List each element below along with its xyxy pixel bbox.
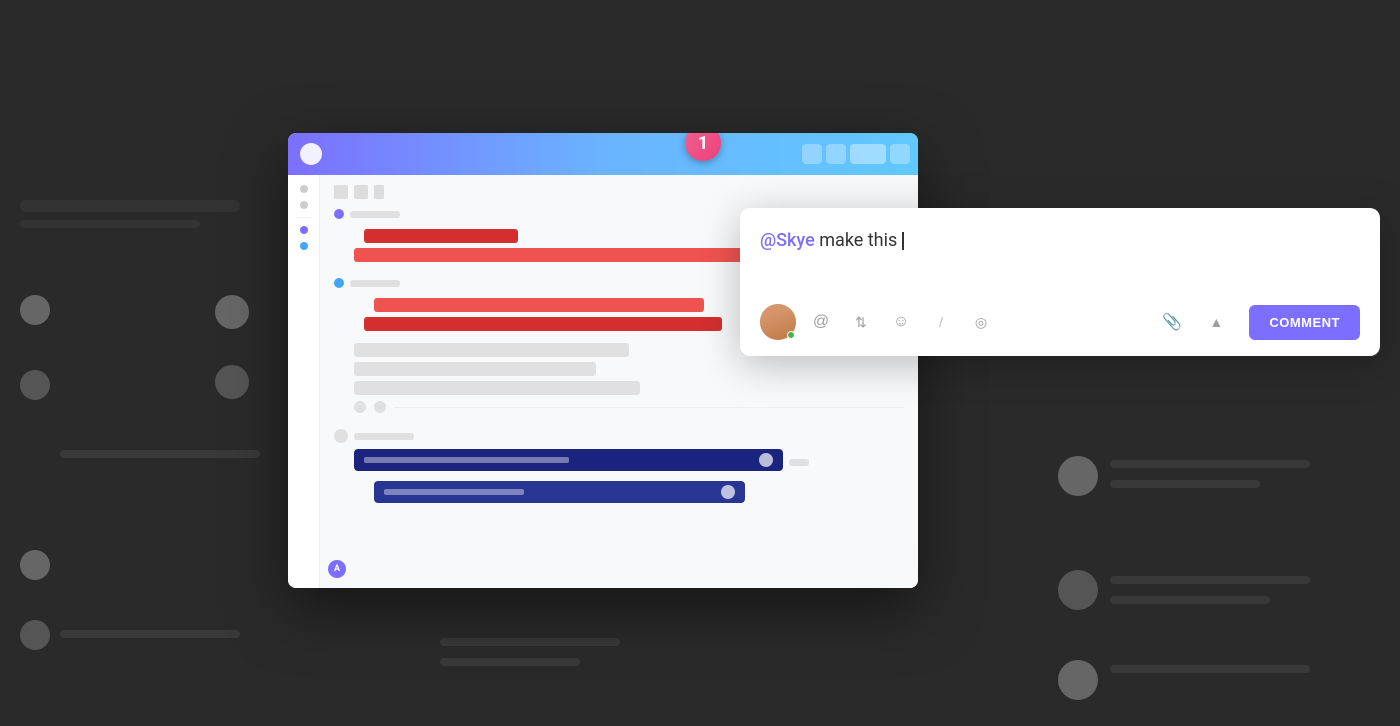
emoji-button[interactable]: ☺	[886, 307, 916, 337]
bg-avatar-1	[20, 295, 50, 325]
red-bar-1	[354, 248, 750, 262]
app-logo	[300, 143, 322, 165]
divider-line	[394, 407, 904, 408]
red-bar-2	[374, 298, 704, 312]
blue-bar-2	[374, 481, 745, 503]
bg-avatar-3	[20, 550, 50, 580]
drive-icon: ▲	[1209, 314, 1223, 330]
notification-count: 1	[698, 133, 708, 154]
google-drive-button[interactable]: ▲	[1201, 307, 1231, 337]
blue-bar-row-2	[374, 481, 904, 508]
mention-button[interactable]: @	[806, 307, 836, 337]
bg-line-1	[20, 200, 240, 212]
notification-badge: 1	[685, 133, 721, 161]
bg-avatar-8	[215, 295, 249, 329]
emoji-icon: ☺	[893, 313, 909, 331]
sidebar-item-2	[300, 201, 308, 209]
app-header-controls	[802, 144, 910, 164]
at-icon: @	[813, 313, 829, 331]
sidebar-divider	[296, 217, 312, 218]
comment-popup: @Skye make this @ ⇅ ☺ / ◎ 📎	[740, 208, 1380, 356]
blue-task-section	[334, 429, 904, 508]
blue-section-label	[354, 433, 414, 440]
comment-submit-button[interactable]: COMMENT	[1249, 305, 1360, 340]
target-button[interactable]: ◎	[966, 307, 996, 337]
header-search-icon	[826, 144, 846, 164]
app-avatar-a: A	[328, 560, 346, 578]
gray-bar-3	[354, 381, 640, 395]
bg-avatar-2	[20, 370, 50, 400]
app-sidebar	[288, 175, 320, 588]
red-bar-3	[364, 317, 722, 331]
bg-line-5	[1110, 460, 1310, 468]
toolbar-icon-2	[354, 185, 368, 199]
sidebar-dot-blue	[300, 242, 308, 250]
header-notif-icon	[802, 144, 822, 164]
paperclip-icon: 📎	[1162, 312, 1182, 332]
sidebar-item-1	[300, 185, 308, 193]
red-bar-title	[364, 229, 518, 243]
bg-line-11	[1110, 665, 1310, 673]
bg-avatar-4	[20, 620, 50, 650]
header-menu-icon	[890, 144, 910, 164]
mention-tag: @Skye	[760, 230, 815, 251]
sidebar-dot-purple	[300, 226, 308, 234]
bg-line-8	[1110, 596, 1270, 604]
row-dot-purple	[334, 209, 344, 219]
app-card: 1	[288, 133, 918, 588]
section-divider-row	[354, 401, 904, 413]
toolbar-plus-icon	[374, 185, 384, 199]
assign-button[interactable]: ⇅	[846, 307, 876, 337]
slash-icon: /	[939, 314, 943, 330]
blue-bar-end-label	[789, 459, 809, 466]
blue-toggle-1	[759, 453, 773, 467]
avatar-label: A	[334, 564, 340, 574]
task-label-2	[350, 280, 400, 287]
blue-bar-1	[354, 449, 783, 471]
comment-toolbar: @ ⇅ ☺ / ◎ 📎 ▲ COMMENT	[760, 304, 1360, 340]
blue-bar-row-1	[354, 449, 904, 476]
attachment-button[interactable]: 📎	[1157, 307, 1187, 337]
app-header: 1	[288, 133, 918, 175]
bg-line-7	[1110, 576, 1310, 584]
blue-bar-label-2	[384, 489, 524, 495]
bg-line-2	[20, 220, 200, 228]
divider-icon-1	[354, 401, 366, 413]
bg-line-10	[440, 658, 580, 666]
assign-icon: ⇅	[855, 314, 867, 331]
task-label-1	[350, 211, 400, 218]
bg-avatar-5	[1058, 456, 1098, 496]
target-icon: ◎	[975, 314, 987, 331]
comment-text: make this	[815, 230, 902, 251]
blue-section-header	[334, 429, 904, 443]
online-status-dot	[787, 331, 795, 339]
divider-icon-2	[374, 401, 386, 413]
slash-button[interactable]: /	[926, 307, 956, 337]
app-toolbar	[334, 185, 904, 199]
toolbar-icon-1	[334, 185, 348, 199]
row-dot-blue	[334, 278, 344, 288]
blue-section-dot	[334, 429, 348, 443]
gray-bar-2	[354, 362, 596, 376]
bg-line-9	[440, 638, 620, 646]
gray-bar-1	[354, 343, 629, 357]
commenter-avatar-wrapper	[760, 304, 796, 340]
bg-line-3	[60, 450, 260, 458]
bg-avatar-9	[215, 365, 249, 399]
text-cursor	[902, 232, 904, 250]
bg-avatar-6	[1058, 570, 1098, 610]
bg-avatar-7	[1058, 660, 1098, 700]
header-extra-icon	[850, 144, 886, 164]
bg-line-6	[1110, 480, 1260, 488]
blue-bar-label-1	[364, 457, 569, 463]
comment-text-area[interactable]: @Skye make this	[760, 228, 1360, 288]
blue-toggle-2	[721, 485, 735, 499]
bg-line-4	[60, 630, 240, 638]
